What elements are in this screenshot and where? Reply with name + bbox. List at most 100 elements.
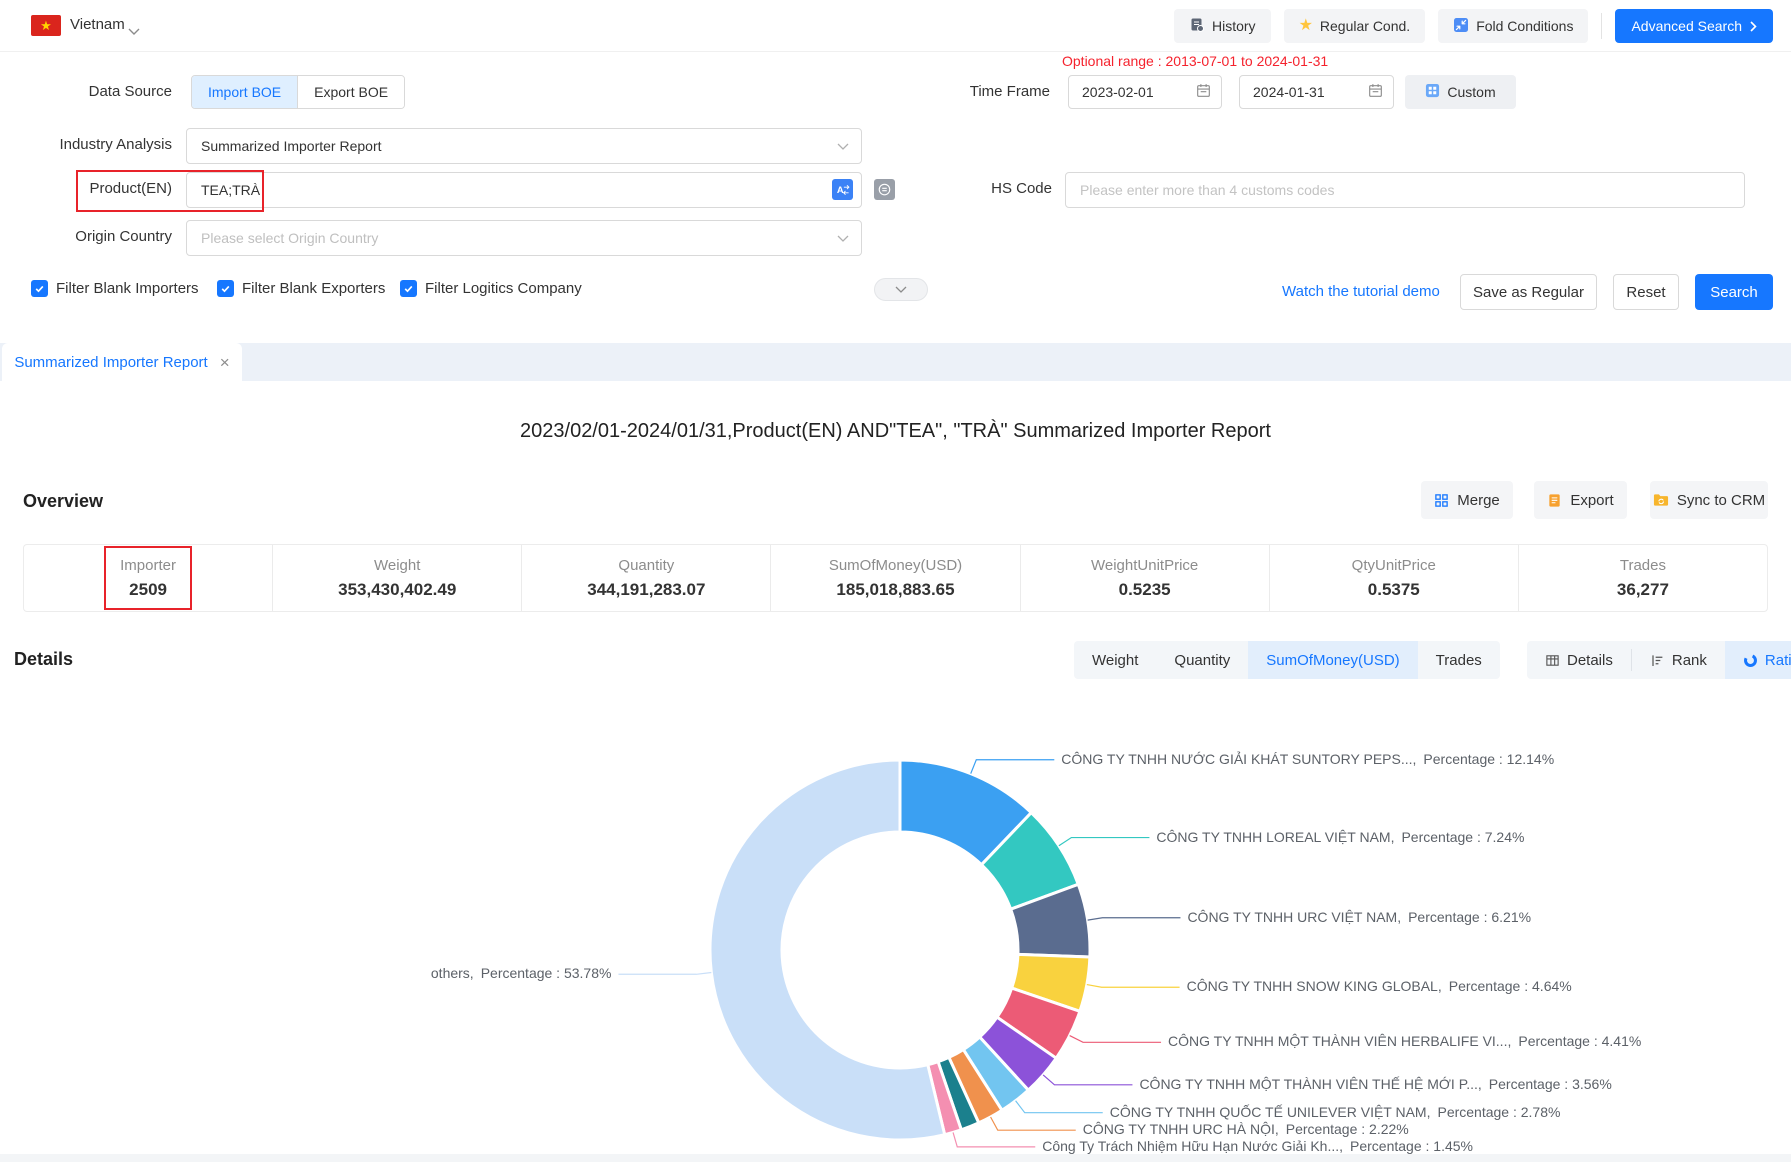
optional-range-text: Optional range : 2013-07-01 to 2024-01-3… bbox=[1062, 53, 1328, 69]
stat-weight-unit-price: WeightUnitPrice0.5235 bbox=[1020, 545, 1269, 611]
merge-button[interactable]: Merge bbox=[1421, 481, 1513, 519]
folder-sync-icon bbox=[1653, 493, 1669, 507]
history-icon bbox=[1189, 17, 1205, 36]
save-as-regular-button[interactable]: Save as Regular bbox=[1460, 274, 1597, 310]
chevron-right-icon bbox=[1750, 21, 1757, 32]
metric-tab-weight[interactable]: Weight bbox=[1074, 641, 1156, 679]
stat-importer: Importer2509 bbox=[24, 545, 272, 611]
export-button[interactable]: Export bbox=[1534, 481, 1627, 519]
stat-quantity: Quantity344,191,283.07 bbox=[521, 545, 770, 611]
advanced-search-label: Advanced Search bbox=[1631, 18, 1742, 34]
view-tabs: Details Rank Ratio bbox=[1527, 641, 1791, 679]
custom-icon bbox=[1425, 83, 1440, 101]
metric-tab-sumofmoney[interactable]: SumOfMoney(USD) bbox=[1248, 641, 1417, 679]
time-frame-label: Time Frame bbox=[878, 83, 1050, 100]
date-from-input[interactable] bbox=[1082, 84, 1177, 100]
view-tab-label: Rank bbox=[1672, 652, 1707, 669]
country-selector-label[interactable]: Vietnam bbox=[70, 16, 125, 33]
merge-icon bbox=[1434, 493, 1449, 508]
fold-conditions-label: Fold Conditions bbox=[1476, 18, 1573, 34]
checkbox-checked-icon bbox=[217, 280, 234, 297]
stat-sum-of-money: SumOfMoney(USD)185,018,883.65 bbox=[770, 545, 1019, 611]
origin-country-label: Origin Country bbox=[0, 228, 172, 245]
tab-import-boe[interactable]: Import BOE bbox=[192, 76, 297, 108]
export-icon bbox=[1547, 493, 1562, 508]
chevron-down-icon bbox=[895, 286, 907, 293]
data-source-label: Data Source bbox=[0, 83, 172, 100]
checkbox-checked-icon bbox=[31, 280, 48, 297]
date-to-input[interactable] bbox=[1253, 84, 1348, 100]
regular-cond-button[interactable]: ★ Regular Cond. bbox=[1284, 9, 1426, 43]
checkbox-filter-blank-exporters[interactable]: Filter Blank Exporters bbox=[217, 280, 385, 297]
tutorial-demo-link[interactable]: Watch the tutorial demo bbox=[1282, 283, 1440, 300]
close-icon[interactable]: × bbox=[220, 354, 230, 371]
checkbox-label: Filter Logitics Company bbox=[425, 280, 582, 297]
view-tab-rank[interactable]: Rank bbox=[1632, 641, 1725, 679]
history-button[interactable]: History bbox=[1174, 9, 1271, 43]
custom-range-button[interactable]: Custom bbox=[1405, 75, 1516, 109]
export-label: Export bbox=[1570, 492, 1613, 509]
table-icon bbox=[1545, 653, 1560, 668]
view-tab-ratio[interactable]: Ratio bbox=[1725, 641, 1791, 679]
calendar-icon bbox=[1368, 83, 1383, 101]
svg-text:A: A bbox=[837, 185, 844, 195]
stat-weight: Weight353,430,402.49 bbox=[272, 545, 521, 611]
sync-to-crm-button[interactable]: Sync to CRM bbox=[1650, 481, 1768, 519]
origin-country-placeholder: Please select Origin Country bbox=[201, 230, 378, 246]
collapse-conditions-button[interactable] bbox=[874, 278, 928, 301]
details-heading: Details bbox=[14, 649, 73, 670]
view-tab-label: Details bbox=[1567, 652, 1613, 669]
overview-stats-bar: Importer2509 Weight353,430,402.49 Quanti… bbox=[23, 544, 1768, 612]
checkbox-filter-blank-importers[interactable]: Filter Blank Importers bbox=[31, 280, 199, 297]
checkbox-label: Filter Blank Exporters bbox=[242, 280, 385, 297]
divider bbox=[1601, 13, 1602, 39]
report-title: 2023/02/01-2024/01/31,Product(EN) AND"TE… bbox=[0, 420, 1791, 443]
metric-tab-quantity[interactable]: Quantity bbox=[1156, 641, 1248, 679]
merge-label: Merge bbox=[1457, 492, 1500, 509]
regular-cond-label: Regular Cond. bbox=[1320, 18, 1410, 34]
industry-analysis-label: Industry Analysis bbox=[0, 136, 172, 153]
reset-button[interactable]: Reset bbox=[1613, 274, 1679, 310]
hs-code-input[interactable] bbox=[1065, 172, 1745, 208]
report-tab-strip: Summarized Importer Report × bbox=[0, 343, 1791, 381]
advanced-search-button[interactable]: Advanced Search bbox=[1615, 9, 1773, 43]
chevron-down-icon[interactable] bbox=[128, 22, 140, 38]
tab-title: Summarized Importer Report bbox=[14, 354, 207, 371]
date-from-field[interactable] bbox=[1068, 75, 1222, 109]
metric-tab-trades[interactable]: Trades bbox=[1418, 641, 1500, 679]
origin-country-select[interactable]: Please select Origin Country bbox=[186, 220, 862, 256]
tab-export-boe[interactable]: Export BOE bbox=[297, 76, 404, 108]
overview-heading: Overview bbox=[23, 491, 103, 512]
view-tab-label: Ratio bbox=[1765, 652, 1791, 669]
top-bar: ★ Vietnam History ★ Regular Cond. Fold C… bbox=[0, 0, 1791, 52]
date-to-field[interactable] bbox=[1239, 75, 1394, 109]
checkbox-checked-icon bbox=[400, 280, 417, 297]
vietnam-flag-icon: ★ bbox=[31, 15, 61, 36]
industry-analysis-select[interactable]: Summarized Importer Report bbox=[186, 128, 862, 164]
fold-conditions-button[interactable]: Fold Conditions bbox=[1438, 9, 1588, 43]
chevron-down-icon bbox=[837, 235, 849, 242]
translate-icon[interactable]: A bbox=[832, 179, 853, 200]
metric-tabs: Weight Quantity SumOfMoney(USD) Trades bbox=[1074, 641, 1500, 679]
product-en-label: Product(EN) bbox=[0, 180, 172, 197]
sync-to-crm-label: Sync to CRM bbox=[1677, 492, 1765, 509]
rank-icon bbox=[1650, 653, 1665, 668]
stat-trades: Trades36,277 bbox=[1518, 545, 1767, 611]
view-tab-details[interactable]: Details bbox=[1527, 641, 1631, 679]
industry-analysis-value: Summarized Importer Report bbox=[201, 138, 382, 154]
stat-qty-unit-price: QtyUnitPrice0.5375 bbox=[1269, 545, 1518, 611]
custom-label: Custom bbox=[1447, 84, 1495, 100]
donut-chart-icon bbox=[1743, 653, 1758, 668]
checkbox-filter-logitics-company[interactable]: Filter Logitics Company bbox=[400, 280, 582, 297]
report-area: 2023/02/01-2024/01/31,Product(EN) AND"TE… bbox=[0, 381, 1791, 1154]
filter-panel: Data Source Import BOE Export BOE Option… bbox=[0, 52, 1791, 343]
calendar-icon bbox=[1196, 83, 1211, 101]
product-en-input[interactable] bbox=[186, 172, 862, 208]
chevron-down-icon bbox=[837, 143, 849, 150]
tab-summarized-importer-report[interactable]: Summarized Importer Report × bbox=[2, 343, 242, 381]
data-source-tabs: Import BOE Export BOE bbox=[191, 75, 405, 109]
checkbox-label: Filter Blank Importers bbox=[56, 280, 199, 297]
hs-code-label: HS Code bbox=[880, 180, 1052, 197]
star-icon: ★ bbox=[1299, 18, 1313, 34]
search-button[interactable]: Search bbox=[1695, 274, 1773, 310]
